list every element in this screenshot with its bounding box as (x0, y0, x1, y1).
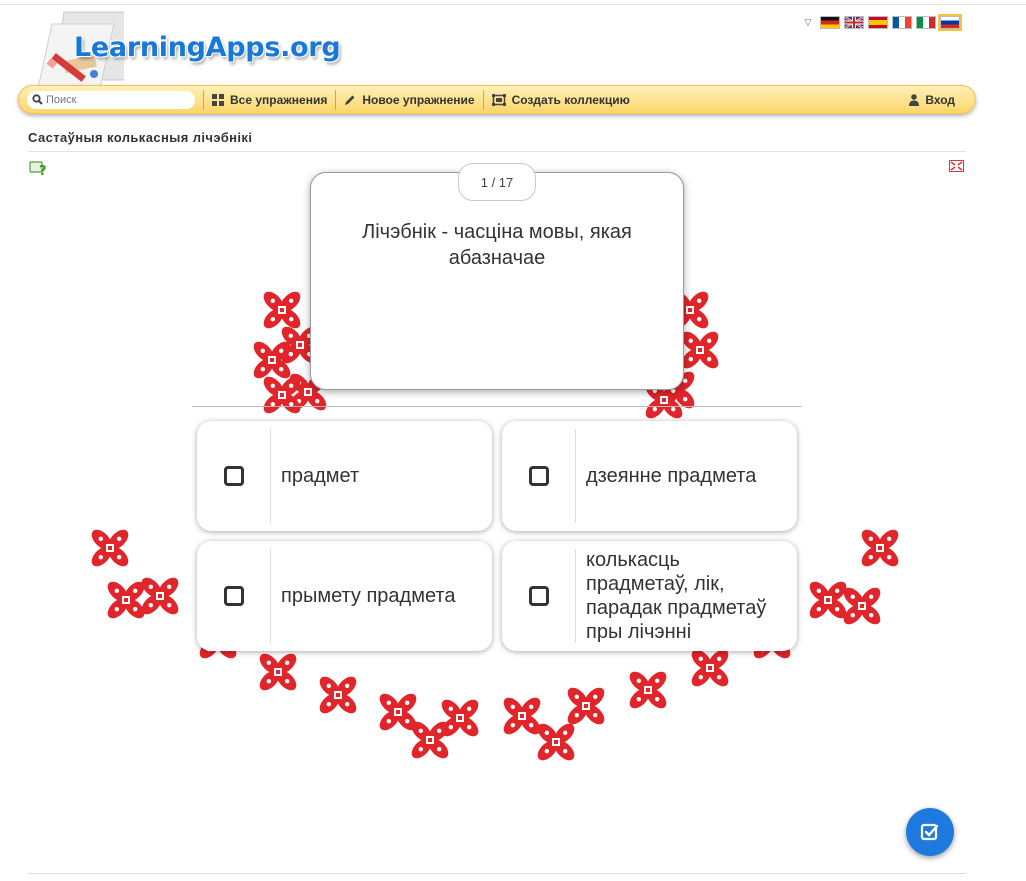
nav-divider (203, 89, 204, 110)
help-icon[interactable]: ? (29, 159, 47, 177)
flag-italian-icon[interactable] (916, 16, 936, 29)
checkbox-container (502, 421, 575, 531)
flag-spanish-icon[interactable] (868, 16, 888, 29)
checkbox-icon[interactable] (528, 466, 549, 486)
question-card: 1 / 17 Лічэбнік - часціна мовы, якая аба… (310, 163, 684, 390)
question-text: Лічэбнік - часціна мовы, якая абазначае (362, 221, 632, 269)
create-collection-link[interactable]: Создать коллекцию (491, 92, 630, 107)
nav-divider (335, 89, 337, 110)
option-divider (270, 549, 271, 643)
user-icon (909, 93, 920, 106)
answer-label: прымету прадмета (281, 585, 456, 607)
logo[interactable]: LearningApps.org (28, 6, 348, 90)
checkbox-container (197, 421, 270, 531)
option-divider (270, 429, 271, 523)
create-collection-label: Создать коллекцию (511, 92, 630, 107)
answer-option[interactable]: дзеянне прадмета (502, 421, 797, 531)
dropdown-arrow-icon[interactable]: ▽ (800, 17, 816, 28)
answer-option[interactable]: прадмет (197, 421, 492, 531)
search-icon (32, 94, 43, 105)
option-divider (575, 429, 576, 523)
checkbox-container (197, 541, 270, 651)
top-divider (0, 4, 1026, 5)
question-counter: 1 / 17 (458, 163, 536, 201)
search-box (27, 90, 195, 109)
grid-icon (212, 93, 224, 106)
language-selector: ▽ (800, 14, 962, 31)
logo-text: LearningApps.org (74, 32, 341, 63)
login-label: Вход (925, 92, 955, 107)
login-link[interactable]: Вход (909, 93, 955, 107)
check-answer-button[interactable] (906, 808, 954, 856)
flag-english-icon[interactable] (844, 16, 864, 29)
flag-german-icon[interactable] (820, 16, 840, 29)
answer-option[interactable]: колькасць прадметаў, лік, парадак прадме… (502, 541, 797, 651)
answer-label: дзеянне прадмета (586, 465, 757, 487)
all-exercises-link[interactable]: Все упражнения (212, 93, 327, 107)
checkbox-container (502, 541, 575, 651)
bottom-divider (28, 873, 966, 874)
collection-icon (491, 93, 506, 106)
answer-label: колькасць прадметаў, лік, парадак прадме… (586, 549, 767, 643)
title-divider (28, 151, 966, 152)
main-navbar: Все упражнения Новое упражнение Создать … (18, 85, 976, 114)
checkbox-icon[interactable] (223, 586, 244, 606)
search-input[interactable] (43, 93, 186, 106)
option-divider (575, 549, 576, 643)
svg-text:?: ? (39, 164, 47, 177)
flag-russian-icon[interactable] (938, 14, 962, 31)
all-exercises-label: Все упражнения (230, 92, 328, 107)
answer-option[interactable]: прымету прадмета (197, 541, 492, 651)
new-exercise-link[interactable]: Новое упражнение (344, 92, 475, 107)
pencil-icon (345, 95, 355, 105)
answer-label: прадмет (281, 465, 360, 487)
checkbox-icon[interactable] (223, 466, 244, 486)
answers-divider (192, 406, 802, 407)
nav-divider (482, 89, 484, 110)
flag-french-icon[interactable] (892, 16, 912, 29)
fullscreen-icon[interactable] (949, 160, 964, 172)
page-title: Састаўныя колькасныя лічэбнікі (28, 130, 253, 145)
new-exercise-label: Новое упражнение (362, 92, 475, 107)
checkbox-icon[interactable] (528, 586, 549, 606)
check-icon (920, 823, 939, 841)
